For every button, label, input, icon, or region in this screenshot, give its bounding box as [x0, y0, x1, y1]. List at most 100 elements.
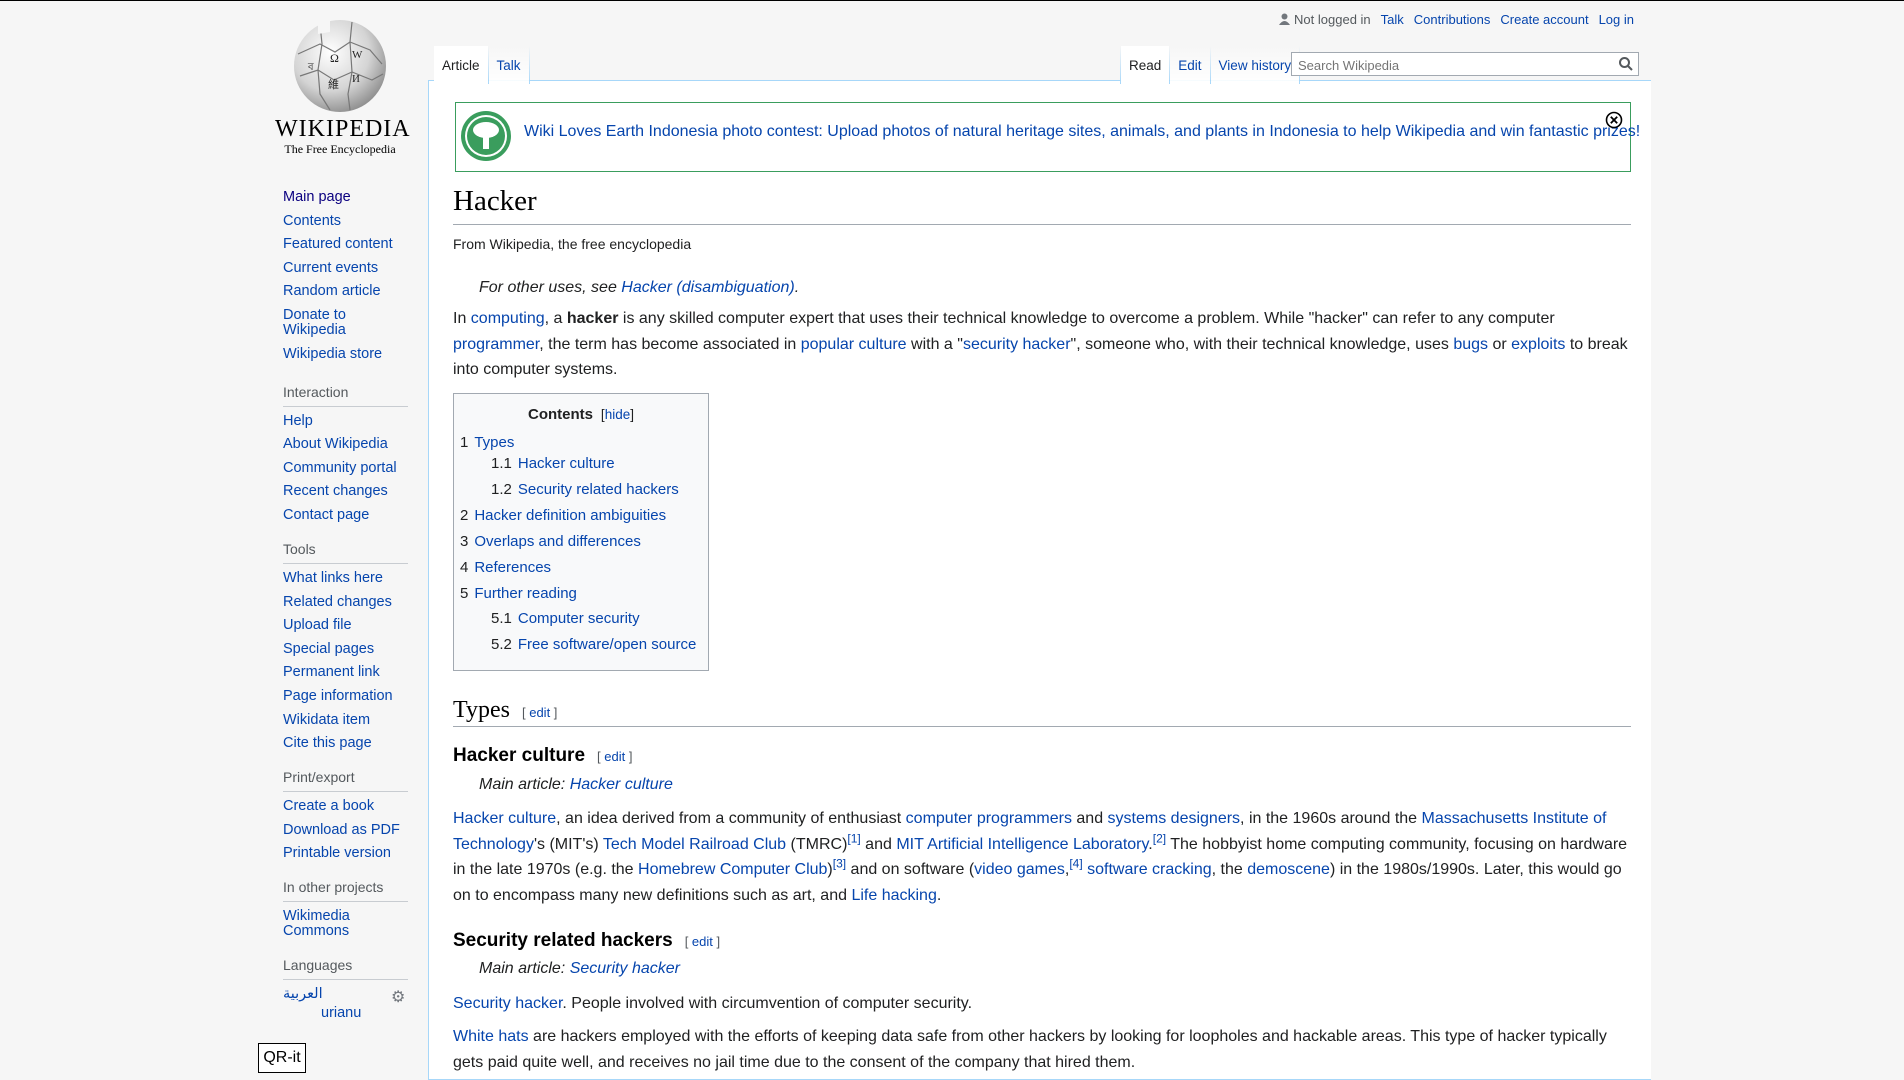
- section-edit-link[interactable]: [ edit ]: [597, 749, 632, 764]
- link-hacker-culture[interactable]: Hacker culture: [453, 810, 556, 827]
- link-homebrew-computer-club[interactable]: Homebrew Computer Club: [638, 861, 827, 878]
- tab-read[interactable]: Read: [1121, 46, 1170, 84]
- toc-number: 1.1: [491, 455, 512, 472]
- main-article-link[interactable]: Security hacker: [570, 960, 680, 977]
- sidebar-item-current-events[interactable]: Current events: [283, 260, 408, 276]
- link-computing[interactable]: computing: [471, 310, 545, 327]
- toc-hide-link[interactable]: hide: [605, 407, 631, 422]
- sidebar-item-upload-file[interactable]: Upload file: [283, 618, 408, 633]
- sidebar-item-language-arabic[interactable]: العربية: [283, 987, 408, 1002]
- link-white-hats[interactable]: White hats: [453, 1028, 529, 1045]
- toc-item[interactable]: 5.1 Computer security: [491, 610, 640, 627]
- text: (TMRC): [786, 835, 848, 853]
- sidebar-item-special-pages[interactable]: Special pages: [283, 641, 408, 657]
- toc-link[interactable]: Security related hackers: [518, 481, 679, 498]
- edit-link[interactable]: edit: [529, 705, 550, 720]
- sidebar-item-help[interactable]: Help: [283, 413, 408, 429]
- sidebar-item-language-other[interactable]: urianu: [283, 1006, 408, 1021]
- sidebar-item-featured-content[interactable]: Featured content: [283, 237, 408, 252]
- reference-link[interactable]: [3]: [833, 857, 846, 871]
- link-bugs[interactable]: bugs: [1453, 336, 1488, 353]
- log-in-link[interactable]: Log in: [1599, 12, 1634, 27]
- toc-link[interactable]: Overlaps and differences: [474, 533, 641, 550]
- language-settings-gear-icon[interactable]: ⚙: [391, 987, 405, 1007]
- link-tech-model-railroad-club[interactable]: Tech Model Railroad Club: [603, 836, 786, 853]
- toc-item[interactable]: 3 Overlaps and differences: [460, 533, 641, 550]
- toc-item[interactable]: 4 References: [460, 559, 551, 576]
- link-demoscene[interactable]: demoscene: [1247, 861, 1330, 878]
- sidebar-item-cite-this-page[interactable]: Cite this page: [283, 736, 408, 751]
- link-video-games[interactable]: video games: [974, 861, 1065, 878]
- search-input[interactable]: [1296, 54, 1600, 76]
- toc-link[interactable]: Further reading: [474, 585, 577, 602]
- toc-link[interactable]: Free software/open source: [518, 636, 696, 653]
- sidebar-item-contact-page[interactable]: Contact page: [283, 507, 408, 523]
- sidebar-heading-interaction: Interaction: [283, 384, 408, 407]
- create-account-link[interactable]: Create account: [1500, 12, 1588, 27]
- sidebar-item-related-changes[interactable]: Related changes: [283, 594, 408, 610]
- hatnote-link[interactable]: Hacker (disambiguation): [621, 279, 794, 296]
- sidebar-item-permanent-link[interactable]: Permanent link: [283, 665, 408, 680]
- sidebar-item-community-portal[interactable]: Community portal: [283, 460, 408, 476]
- sidebar-item-download-pdf[interactable]: Download as PDF: [283, 822, 408, 838]
- sidebar-item-main-page[interactable]: Main page: [283, 190, 408, 205]
- toc-link[interactable]: Hacker definition ambiguities: [474, 507, 666, 524]
- toc-link[interactable]: References: [474, 559, 551, 576]
- sidebar-item-random-article[interactable]: Random article: [283, 284, 408, 299]
- link-security-hacker[interactable]: security hacker: [963, 336, 1071, 353]
- sidebar-print-export: Create a book Download as PDF Printable …: [283, 799, 408, 861]
- text: 's (MIT's): [533, 835, 603, 853]
- sidebar-item-contents[interactable]: Contents: [283, 213, 408, 229]
- sidebar-item-wikidata-item[interactable]: Wikidata item: [283, 712, 408, 728]
- reference-link[interactable]: [1]: [847, 831, 860, 845]
- search-icon[interactable]: [1618, 56, 1634, 72]
- section-edit-link[interactable]: [ edit ]: [685, 934, 720, 949]
- main-article-link[interactable]: Hacker culture: [570, 776, 673, 793]
- toc-item[interactable]: 5 Further reading: [460, 585, 577, 602]
- sidebar-item-printable-version[interactable]: Printable version: [283, 846, 408, 861]
- toc-item[interactable]: 1 Types: [460, 434, 514, 451]
- sidebar-item-page-information[interactable]: Page information: [283, 688, 408, 704]
- link-computer-programmers[interactable]: computer programmers: [906, 810, 1072, 827]
- tab-view-history[interactable]: View history: [1210, 46, 1300, 84]
- toc-item[interactable]: 2 Hacker definition ambiguities: [460, 507, 666, 524]
- link-exploits[interactable]: exploits: [1511, 336, 1565, 353]
- toc-link[interactable]: Types: [474, 434, 514, 451]
- sidebar-item-donate[interactable]: Donate to Wikipedia: [283, 307, 353, 338]
- toc-link[interactable]: Hacker culture: [518, 455, 615, 472]
- edit-link[interactable]: edit: [692, 934, 713, 949]
- tab-article[interactable]: Article: [434, 46, 488, 84]
- link-systems-designers[interactable]: systems designers: [1108, 810, 1241, 827]
- link-life-hacking[interactable]: Life hacking: [851, 887, 936, 904]
- toc-item[interactable]: 5.2 Free software/open source: [491, 636, 696, 653]
- reference-link[interactable]: [4]: [1069, 857, 1082, 871]
- tab-edit[interactable]: Edit: [1170, 46, 1210, 84]
- sidebar-item-about[interactable]: About Wikipedia: [283, 437, 408, 452]
- toc-item[interactable]: 1.2 Security related hackers: [491, 481, 679, 498]
- text: .: [936, 886, 942, 904]
- sidebar-item-what-links-here[interactable]: What links here: [283, 570, 408, 586]
- link-programmer[interactable]: programmer: [453, 336, 539, 353]
- sidebar-item-store[interactable]: Wikipedia store: [283, 346, 408, 362]
- sidebar-item-recent-changes[interactable]: Recent changes: [283, 484, 408, 499]
- toc-hide-toggle[interactable]: [hide]: [597, 407, 634, 422]
- tab-talk[interactable]: Talk: [488, 46, 529, 84]
- personal-contributions-link[interactable]: Contributions: [1414, 12, 1491, 27]
- toc-link[interactable]: Computer security: [518, 610, 640, 627]
- link-software-cracking[interactable]: software cracking: [1087, 861, 1212, 878]
- section-edit-link[interactable]: [ edit ]: [522, 705, 557, 720]
- link-popular-culture[interactable]: popular culture: [801, 336, 907, 353]
- link-security-hacker[interactable]: Security hacker: [453, 995, 562, 1012]
- close-icon[interactable]: [1605, 111, 1623, 129]
- qr-it-button[interactable]: QR-it: [258, 1043, 306, 1073]
- tree-icon: [461, 111, 511, 161]
- link-mit-ai-lab[interactable]: MIT Artificial Intelligence Laboratory: [896, 836, 1148, 853]
- personal-talk-link[interactable]: Talk: [1381, 12, 1404, 27]
- wikipedia-logo[interactable]: Ω W И 維 ব WIKIPEDIA The Free Encyclopedi…: [275, 14, 410, 164]
- sidebar-item-create-book[interactable]: Create a book: [283, 799, 408, 814]
- sidebar-item-wikimedia-commons[interactable]: Wikimedia Commons: [283, 909, 363, 939]
- edit-link[interactable]: edit: [604, 749, 625, 764]
- reference-link[interactable]: [2]: [1153, 831, 1166, 845]
- toc-item[interactable]: 1.1 Hacker culture: [491, 455, 615, 472]
- banner-link[interactable]: Wiki Loves Earth Indonesia photo contest…: [524, 123, 1640, 141]
